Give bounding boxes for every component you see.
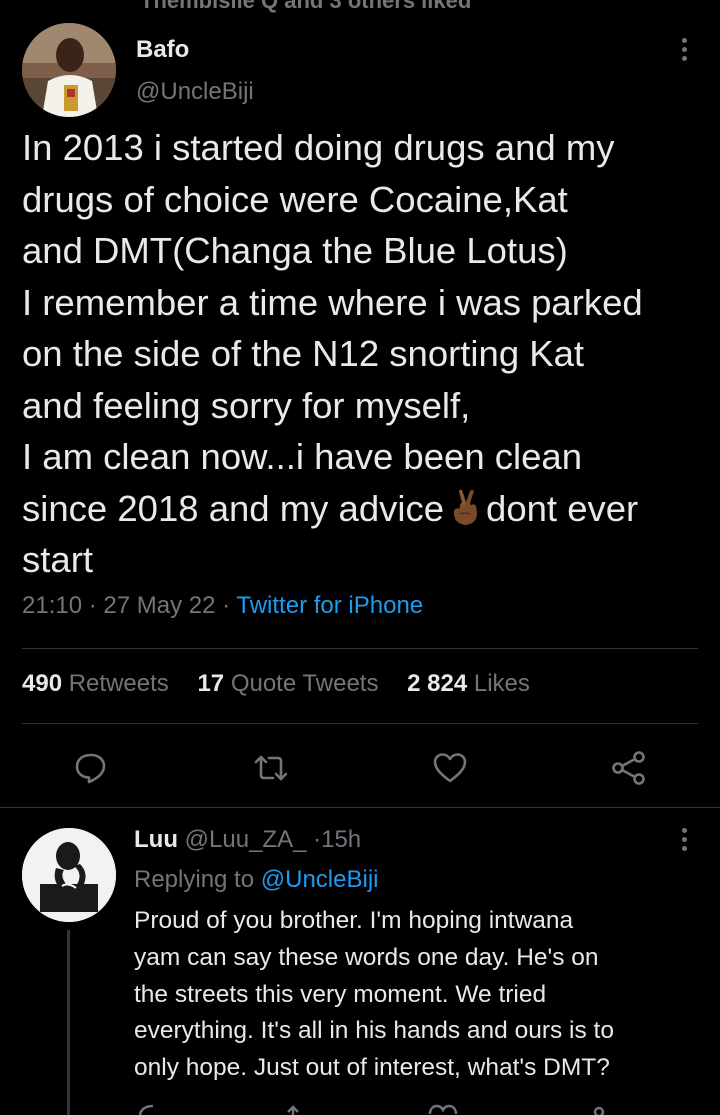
reply-line: only hope. Just out of interest, what's … <box>134 1054 610 1082</box>
share-icon[interactable] <box>609 748 649 788</box>
reply-time[interactable]: 15h <box>321 826 361 853</box>
tweet-date[interactable]: 27 May 22 <box>103 592 215 619</box>
tweet-meta: 21:10 · 27 May 22 · Twitter for iPhone <box>22 592 423 620</box>
tweet-source-link[interactable]: Twitter for iPhone <box>236 592 423 619</box>
likes-stat[interactable]: 2 824 Likes <box>407 670 530 697</box>
tweet-text-fragment: since 2018 and my advice <box>22 487 445 529</box>
tweet-line: since 2018 and my advice dont ever <box>22 483 712 535</box>
tweet-line: and DMT(Changa the Blue Lotus) <box>22 230 568 271</box>
tweet-time[interactable]: 21:10 <box>22 592 82 619</box>
avatar-photo <box>22 828 116 922</box>
reply-icon[interactable] <box>71 748 111 788</box>
like-icon[interactable] <box>426 1100 460 1115</box>
thread-line <box>67 930 70 1115</box>
reply-author-name[interactable]: Luu <box>134 826 178 853</box>
reply-line: the streets this very moment. We tried <box>134 980 547 1008</box>
reply-line: everything. It's all in his hands and ou… <box>134 1017 614 1045</box>
tweet-stats: 490 Retweets 17 Quote Tweets 2 824 Likes <box>22 670 552 698</box>
reply-actions-bar <box>0 1100 720 1115</box>
reply-header: Luu @Luu_ZA_ ·15h <box>134 826 361 854</box>
tweet-line: I remember a time where i was parked <box>22 281 643 323</box>
tweet-line: drugs of choice were Cocaine,Kat <box>22 178 568 220</box>
tweet-text-fragment: dont ever <box>486 487 639 529</box>
tweet-line: In 2013 i started doing drugs and my <box>22 127 615 168</box>
more-options-icon[interactable] <box>676 828 692 858</box>
meta-separator: · <box>88 592 97 619</box>
retweets-stat[interactable]: 490 Retweets <box>22 670 169 697</box>
reply-body: Proud of you brother. I'm hoping intwana… <box>134 903 714 1087</box>
share-icon[interactable] <box>582 1100 616 1115</box>
crossed-fingers-emoji <box>453 489 478 525</box>
liked-by-banner: Thembisile Q and 3 others liked <box>140 0 472 13</box>
tweet-line: and feeling sorry for myself, <box>22 384 471 426</box>
meta-separator: · <box>222 592 231 619</box>
author-name[interactable]: Bafo <box>136 36 189 64</box>
replying-to-link[interactable]: @UncleBiji <box>261 866 379 893</box>
reply-author-avatar[interactable] <box>22 828 116 922</box>
reply-line: yam can say these words one day. He's on <box>134 943 599 971</box>
tweet-body: In 2013 i started doing drugs and my dru… <box>22 122 712 586</box>
divider <box>22 648 698 649</box>
reply-icon[interactable] <box>136 1100 170 1115</box>
divider <box>22 723 698 724</box>
tweet-line: start <box>22 539 93 580</box>
retweet-icon[interactable] <box>251 748 291 788</box>
tweet-line: I am clean now...i have been clean <box>22 436 583 477</box>
retweet-icon[interactable] <box>284 1100 318 1115</box>
quote-tweets-stat[interactable]: 17 Quote Tweets <box>197 670 378 697</box>
tweet-line: on the side of the N12 snorting Kat <box>22 333 585 374</box>
reply-author-handle[interactable]: @Luu_ZA_ <box>185 826 307 853</box>
more-options-icon[interactable] <box>676 38 692 68</box>
avatar-photo <box>22 23 116 117</box>
replying-prefix: Replying to <box>134 866 255 893</box>
replying-to: Replying to @UncleBiji <box>134 866 378 894</box>
like-icon[interactable] <box>430 748 470 788</box>
divider <box>0 807 720 808</box>
reply-separator: · <box>313 826 322 853</box>
author-avatar[interactable] <box>22 23 116 117</box>
reply-line: Proud of you brother. I'm hoping intwana <box>134 907 574 934</box>
author-handle[interactable]: @UncleBiji <box>136 78 254 106</box>
tweet-actions-bar <box>0 748 720 788</box>
